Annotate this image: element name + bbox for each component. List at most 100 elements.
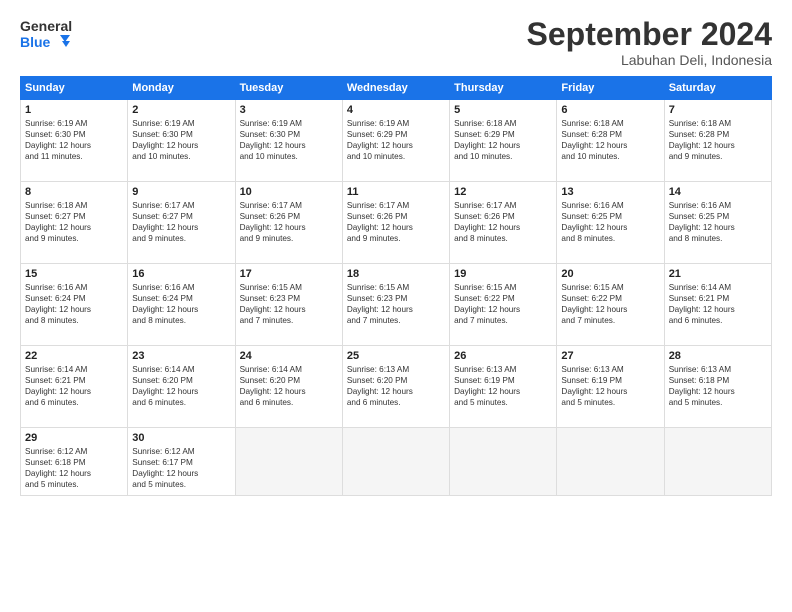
table-row: 16 Sunrise: 6:16 AM Sunset: 6:24 PM Dayli…: [128, 264, 235, 346]
table-row: 11Sunrise: 6:17 AM Sunset: 6:26 PM Dayli…: [342, 182, 449, 264]
calendar-header-row: Sunday Monday Tuesday Wednesday Thursday…: [21, 77, 772, 100]
table-row: 5 Sunrise: 6:18 AM Sunset: 6:29 PM Daylig…: [450, 100, 557, 182]
day-info: Sunrise: 6:17 AM Sunset: 6:26 PM Dayligh…: [240, 200, 338, 244]
table-row: 24Sunrise: 6:14 AM Sunset: 6:20 PM Dayli…: [235, 346, 342, 428]
day-info: Sunrise: 6:16 AM Sunset: 6:25 PM Dayligh…: [669, 200, 767, 244]
table-row: 23 Sunrise: 6:14 AM Sunset: 6:20 PM Dayli…: [128, 346, 235, 428]
table-row: 6Sunrise: 6:18 AM Sunset: 6:28 PM Daylig…: [557, 100, 664, 182]
table-row: 30Sunrise: 6:12 AM Sunset: 6:17 PM Dayli…: [128, 428, 235, 496]
day-number: 25: [347, 350, 445, 362]
table-row: [664, 428, 771, 496]
table-row: 18 Sunrise: 6:15 AM Sunset: 6:23 PM Dayli…: [342, 264, 449, 346]
table-row: 28 Sunrise: 6:13 AM Sunset: 6:18 PM Dayli…: [664, 346, 771, 428]
day-info: Sunrise: 6:16 AM Sunset: 6:24 PM Dayligh…: [25, 282, 123, 326]
table-row: 7 Sunrise: 6:18 AM Sunset: 6:28 PM Daylig…: [664, 100, 771, 182]
table-row: 29 Sunrise: 6:12 AM Sunset: 6:18 PM Dayli…: [21, 428, 128, 496]
table-row: 25 Sunrise: 6:13 AM Sunset: 6:20 PM Dayli…: [342, 346, 449, 428]
day-number: 29: [25, 432, 123, 444]
day-info: Sunrise: 6:16 AM Sunset: 6:25 PM Dayligh…: [561, 200, 659, 244]
day-number: 7: [669, 104, 767, 116]
day-number: 27: [561, 350, 659, 362]
day-number: 17: [240, 268, 338, 280]
day-info: Sunrise: 6:16 AM Sunset: 6:24 PM Dayligh…: [132, 282, 230, 326]
day-number: 19: [454, 268, 552, 280]
header-thursday: Thursday: [450, 77, 557, 100]
day-info: Sunrise: 6:15 AM Sunset: 6:23 PM Dayligh…: [240, 282, 338, 326]
title-area: September 2024 Labuhan Deli, Indonesia: [527, 18, 772, 68]
location: Labuhan Deli, Indonesia: [527, 52, 772, 68]
day-number: 21: [669, 268, 767, 280]
day-info: Sunrise: 6:14 AM Sunset: 6:21 PM Dayligh…: [669, 282, 767, 326]
table-row: [235, 428, 342, 496]
day-info: Sunrise: 6:19 AM Sunset: 6:30 PM Dayligh…: [25, 118, 123, 162]
table-row: 12 Sunrise: 6:17 AM Sunset: 6:26 PM Dayli…: [450, 182, 557, 264]
table-row: 8 Sunrise: 6:18 AM Sunset: 6:27 PM Daylig…: [21, 182, 128, 264]
table-row: 17 Sunrise: 6:15 AM Sunset: 6:23 PM Dayli…: [235, 264, 342, 346]
table-row: 3 Sunrise: 6:19 AM Sunset: 6:30 PM Daylig…: [235, 100, 342, 182]
table-row: 21 Sunrise: 6:14 AM Sunset: 6:21 PM Dayli…: [664, 264, 771, 346]
calendar-table: Sunday Monday Tuesday Wednesday Thursday…: [20, 76, 772, 496]
day-number: 26: [454, 350, 552, 362]
day-number: 14: [669, 186, 767, 198]
day-number: 16: [132, 268, 230, 280]
day-number: 3: [240, 104, 338, 116]
day-info: Sunrise: 6:13 AM Sunset: 6:19 PM Dayligh…: [561, 364, 659, 408]
table-row: 26Sunrise: 6:13 AM Sunset: 6:19 PM Dayli…: [450, 346, 557, 428]
table-row: [450, 428, 557, 496]
day-info: Sunrise: 6:14 AM Sunset: 6:20 PM Dayligh…: [132, 364, 230, 408]
day-number: 8: [25, 186, 123, 198]
day-info: Sunrise: 6:17 AM Sunset: 6:26 PM Dayligh…: [454, 200, 552, 244]
table-row: [557, 428, 664, 496]
day-number: 10: [240, 186, 338, 198]
header-monday: Monday: [128, 77, 235, 100]
day-info: Sunrise: 6:18 AM Sunset: 6:27 PM Dayligh…: [25, 200, 123, 244]
day-info: Sunrise: 6:14 AM Sunset: 6:21 PM Dayligh…: [25, 364, 123, 408]
day-info: Sunrise: 6:14 AM Sunset: 6:20 PM Dayligh…: [240, 364, 338, 408]
logo: General Blue: [20, 18, 72, 50]
header-sunday: Sunday: [21, 77, 128, 100]
table-row: 2 Sunrise: 6:19 AM Sunset: 6:30 PM Daylig…: [128, 100, 235, 182]
day-number: 1: [25, 104, 123, 116]
day-info: Sunrise: 6:13 AM Sunset: 6:18 PM Dayligh…: [669, 364, 767, 408]
table-row: 1 Sunrise: 6:19 AM Sunset: 6:30 PM Daylig…: [21, 100, 128, 182]
day-number: 2: [132, 104, 230, 116]
month-title: September 2024: [527, 18, 772, 50]
day-number: 11: [347, 186, 445, 198]
logo-arrow-icon: [52, 35, 70, 49]
table-row: 19 Sunrise: 6:15 AM Sunset: 6:22 PM Dayli…: [450, 264, 557, 346]
day-number: 13: [561, 186, 659, 198]
header-friday: Friday: [557, 77, 664, 100]
table-row: 22Sunrise: 6:14 AM Sunset: 6:21 PM Dayli…: [21, 346, 128, 428]
day-number: 18: [347, 268, 445, 280]
day-number: 23: [132, 350, 230, 362]
table-row: 9Sunrise: 6:17 AM Sunset: 6:27 PM Daylig…: [128, 182, 235, 264]
day-info: Sunrise: 6:18 AM Sunset: 6:29 PM Dayligh…: [454, 118, 552, 162]
day-number: 5: [454, 104, 552, 116]
header: General Blue September 2024 Labuhan Deli…: [20, 18, 772, 68]
table-row: 13 Sunrise: 6:16 AM Sunset: 6:25 PM Dayli…: [557, 182, 664, 264]
header-wednesday: Wednesday: [342, 77, 449, 100]
day-info: Sunrise: 6:15 AM Sunset: 6:22 PM Dayligh…: [454, 282, 552, 326]
day-number: 15: [25, 268, 123, 280]
page: General Blue September 2024 Labuhan Deli…: [0, 0, 792, 612]
day-info: Sunrise: 6:15 AM Sunset: 6:23 PM Dayligh…: [347, 282, 445, 326]
day-info: Sunrise: 6:19 AM Sunset: 6:30 PM Dayligh…: [240, 118, 338, 162]
logo-text: General Blue: [20, 18, 72, 50]
day-info: Sunrise: 6:13 AM Sunset: 6:20 PM Dayligh…: [347, 364, 445, 408]
day-number: 12: [454, 186, 552, 198]
table-row: [342, 428, 449, 496]
day-info: Sunrise: 6:19 AM Sunset: 6:29 PM Dayligh…: [347, 118, 445, 162]
day-number: 30: [132, 432, 230, 444]
table-row: 10 Sunrise: 6:17 AM Sunset: 6:26 PM Dayli…: [235, 182, 342, 264]
table-row: 20 Sunrise: 6:15 AM Sunset: 6:22 PM Dayli…: [557, 264, 664, 346]
table-row: 4 Sunrise: 6:19 AM Sunset: 6:29 PM Daylig…: [342, 100, 449, 182]
day-info: Sunrise: 6:19 AM Sunset: 6:30 PM Dayligh…: [132, 118, 230, 162]
table-row: 14 Sunrise: 6:16 AM Sunset: 6:25 PM Dayli…: [664, 182, 771, 264]
day-number: 20: [561, 268, 659, 280]
day-info: Sunrise: 6:12 AM Sunset: 6:18 PM Dayligh…: [25, 446, 123, 490]
day-number: 4: [347, 104, 445, 116]
day-info: Sunrise: 6:15 AM Sunset: 6:22 PM Dayligh…: [561, 282, 659, 326]
day-info: Sunrise: 6:18 AM Sunset: 6:28 PM Dayligh…: [669, 118, 767, 162]
day-info: Sunrise: 6:17 AM Sunset: 6:27 PM Dayligh…: [132, 200, 230, 244]
day-number: 28: [669, 350, 767, 362]
